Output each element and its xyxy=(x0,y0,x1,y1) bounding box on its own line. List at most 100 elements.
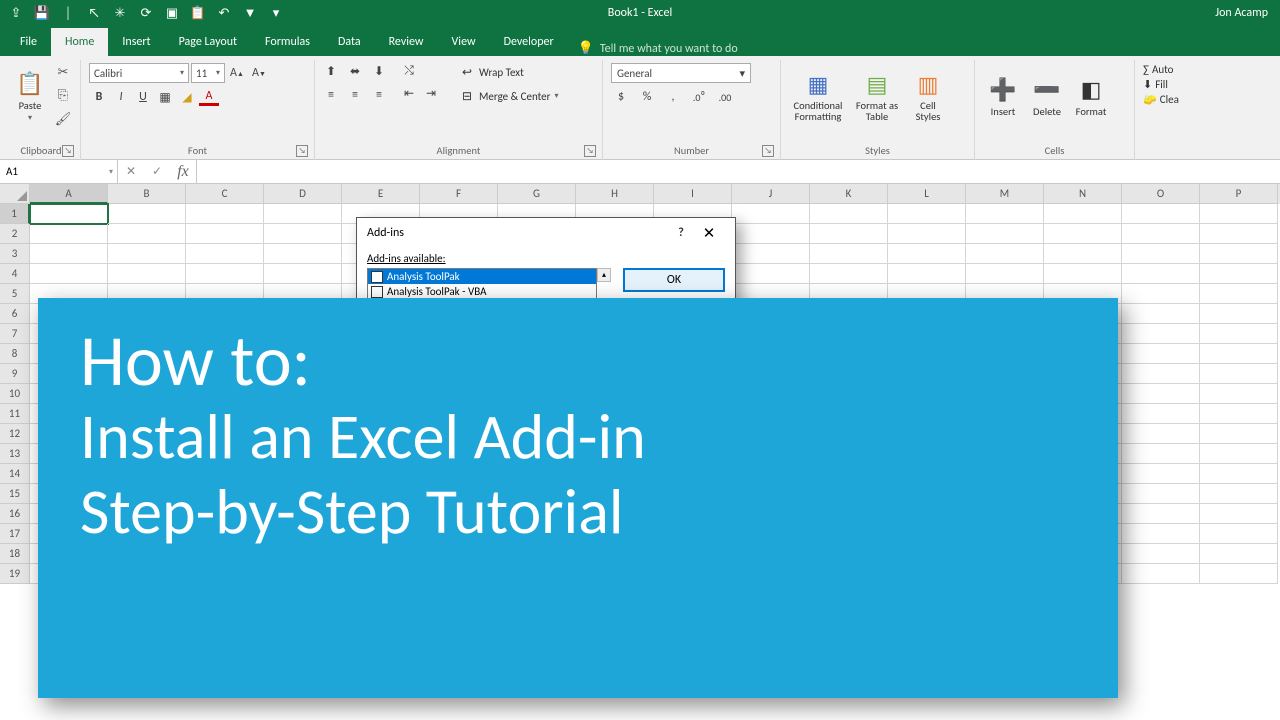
row-header[interactable]: 19 xyxy=(0,564,30,584)
cell[interactable] xyxy=(108,204,186,224)
cell[interactable] xyxy=(966,264,1044,284)
dialog-titlebar[interactable]: Add-ins ? ✕ xyxy=(357,218,735,248)
cell[interactable] xyxy=(1200,464,1278,484)
format-painter-icon[interactable]: 🖌 xyxy=(54,110,72,128)
cell[interactable] xyxy=(30,204,108,224)
cell[interactable] xyxy=(108,264,186,284)
formula-input[interactable] xyxy=(197,160,1280,183)
increase-indent-icon[interactable]: ⇥ xyxy=(421,83,441,103)
row-header[interactable]: 4 xyxy=(0,264,30,284)
cell[interactable] xyxy=(732,224,810,244)
undo-icon[interactable]: ↶ xyxy=(216,5,232,21)
row-header[interactable]: 18 xyxy=(0,544,30,564)
column-header[interactable]: B xyxy=(108,184,186,204)
row-header[interactable]: 9 xyxy=(0,364,30,384)
font-size-combo[interactable]: 11▾ xyxy=(191,63,225,83)
row-header[interactable]: 15 xyxy=(0,484,30,504)
fx-icon[interactable]: fx xyxy=(170,163,196,181)
cell[interactable] xyxy=(1200,264,1278,284)
cell[interactable] xyxy=(1200,444,1278,464)
cell[interactable] xyxy=(1122,384,1200,404)
clipboard-launcher-icon[interactable]: ↘ xyxy=(62,145,74,157)
cell[interactable] xyxy=(810,224,888,244)
cell[interactable] xyxy=(1122,404,1200,424)
cell[interactable] xyxy=(732,244,810,264)
decrease-indent-icon[interactable]: ⇤ xyxy=(399,83,419,103)
cell[interactable] xyxy=(186,204,264,224)
cell[interactable] xyxy=(1200,484,1278,504)
scroll-up-icon[interactable]: ▴ xyxy=(597,268,611,282)
cell[interactable] xyxy=(1200,244,1278,264)
font-color-icon[interactable]: A xyxy=(199,89,219,106)
accounting-icon[interactable]: $ xyxy=(611,87,631,107)
cancel-formula-icon[interactable]: ✕ xyxy=(118,160,144,183)
column-header[interactable]: C xyxy=(186,184,264,204)
row-header[interactable]: 13 xyxy=(0,444,30,464)
cell[interactable] xyxy=(1122,244,1200,264)
column-header[interactable]: O xyxy=(1122,184,1200,204)
clear-button[interactable]: 🧽Clea xyxy=(1143,93,1199,106)
cell[interactable] xyxy=(30,264,108,284)
list-item[interactable]: Analysis ToolPak xyxy=(368,269,596,284)
alignment-launcher-icon[interactable]: ↘ xyxy=(584,145,596,157)
cell[interactable] xyxy=(1200,524,1278,544)
ok-button[interactable]: OK xyxy=(623,268,725,292)
save-icon[interactable]: 💾 xyxy=(34,5,50,21)
wrap-text-button[interactable]: ↩ Wrap Text xyxy=(455,61,563,83)
row-header[interactable]: 8 xyxy=(0,344,30,364)
cell[interactable] xyxy=(186,264,264,284)
orientation-icon[interactable]: ⤭ xyxy=(399,61,419,81)
qat-dropdown-icon[interactable]: ▾ xyxy=(268,5,284,21)
underline-button[interactable]: U xyxy=(133,87,153,107)
cell[interactable] xyxy=(264,224,342,244)
font-name-combo[interactable]: Calibri▾ xyxy=(89,63,189,83)
tab-home[interactable]: Home xyxy=(51,28,108,56)
cell[interactable] xyxy=(1122,424,1200,444)
merge-center-button[interactable]: ⊟ Merge & Center ▾ xyxy=(455,85,563,107)
cell[interactable] xyxy=(888,224,966,244)
cell[interactable] xyxy=(1200,424,1278,444)
format-cells-button[interactable]: ◧ Format xyxy=(1069,61,1113,131)
cell[interactable] xyxy=(1122,344,1200,364)
cell[interactable] xyxy=(30,224,108,244)
pointer-icon[interactable]: ↖ xyxy=(86,5,102,21)
tab-page-layout[interactable]: Page Layout xyxy=(165,28,251,56)
user-name[interactable]: Jon Acamp xyxy=(1215,6,1268,20)
row-header[interactable]: 7 xyxy=(0,324,30,344)
cell[interactable] xyxy=(1200,304,1278,324)
column-header[interactable]: N xyxy=(1044,184,1122,204)
cell[interactable] xyxy=(888,244,966,264)
cell[interactable] xyxy=(1044,264,1122,284)
row-header[interactable]: 10 xyxy=(0,384,30,404)
cell[interactable] xyxy=(1200,224,1278,244)
cell[interactable] xyxy=(1200,384,1278,404)
name-box[interactable]: A1▾ xyxy=(0,160,118,183)
fill-button[interactable]: ⬇Fill xyxy=(1143,78,1199,91)
border-icon[interactable]: ▦ xyxy=(155,87,175,107)
align-left-icon[interactable]: ≡ xyxy=(321,85,341,105)
column-header[interactable]: A xyxy=(30,184,108,204)
refresh-icon[interactable]: ⟳ xyxy=(138,5,154,21)
cell[interactable] xyxy=(1122,284,1200,304)
cell[interactable] xyxy=(1122,524,1200,544)
row-header[interactable]: 11 xyxy=(0,404,30,424)
font-launcher-icon[interactable]: ↘ xyxy=(296,145,308,157)
tab-formulas[interactable]: Formulas xyxy=(251,28,324,56)
column-header[interactable]: F xyxy=(420,184,498,204)
increase-decimal-icon[interactable]: .0⁰ xyxy=(689,87,709,107)
percent-icon[interactable]: % xyxy=(637,87,657,107)
row-header[interactable]: 16 xyxy=(0,504,30,524)
column-header[interactable]: L xyxy=(888,184,966,204)
cell[interactable] xyxy=(1122,464,1200,484)
column-header[interactable]: E xyxy=(342,184,420,204)
cell[interactable] xyxy=(108,224,186,244)
grow-font-icon[interactable]: A▲ xyxy=(227,63,247,83)
conditional-formatting-button[interactable]: ▦ Conditional Formatting xyxy=(787,61,849,131)
column-header[interactable]: J xyxy=(732,184,810,204)
cell[interactable] xyxy=(1122,544,1200,564)
cell[interactable] xyxy=(1044,244,1122,264)
italic-button[interactable]: I xyxy=(111,87,131,107)
decrease-decimal-icon[interactable]: .00 xyxy=(715,87,735,107)
cell[interactable] xyxy=(1122,444,1200,464)
close-icon[interactable]: ✕ xyxy=(693,224,725,243)
